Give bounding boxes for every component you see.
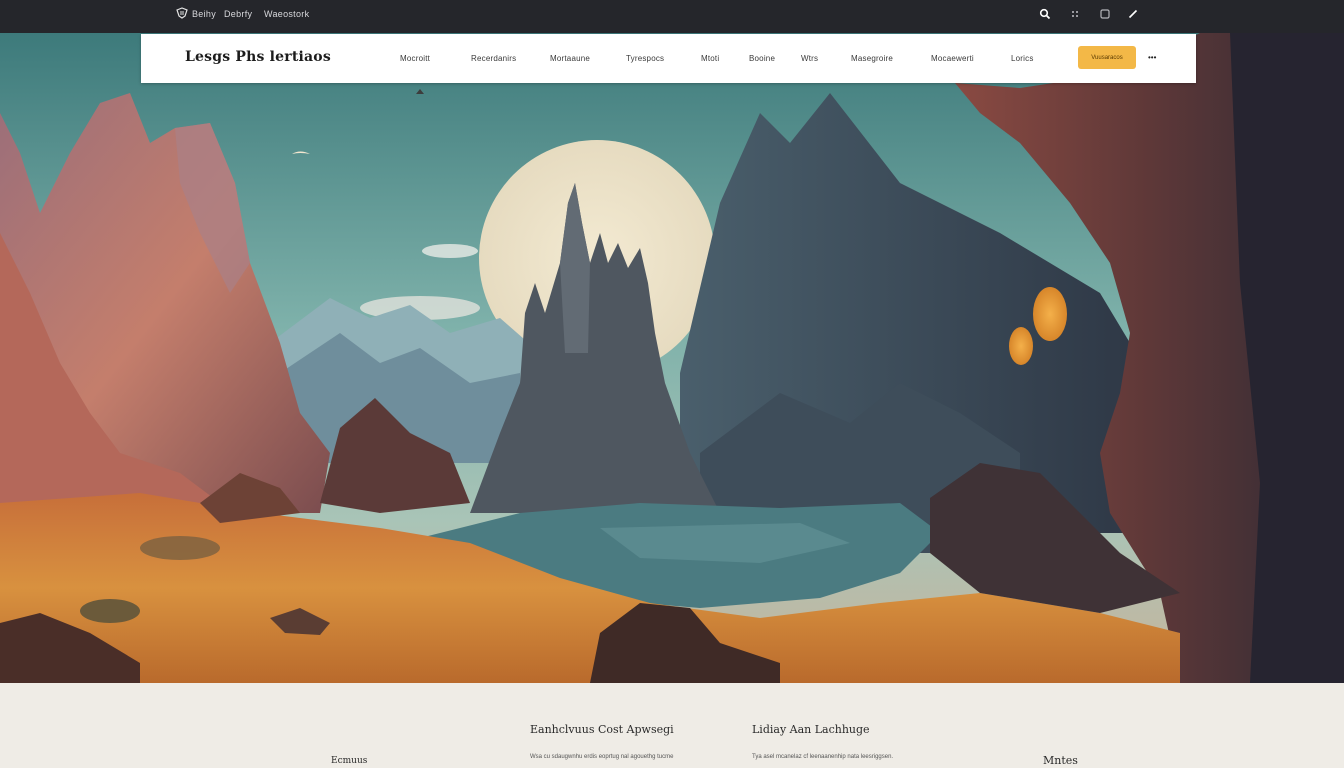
nav-item-7[interactable]: Wtrs [801, 54, 818, 63]
nav-item-2[interactable]: Recerdanirs [471, 54, 516, 63]
cta-button[interactable]: Vuusaracos [1078, 46, 1136, 69]
footer-left-label[interactable]: Ecmuus [331, 756, 367, 766]
nav-item-8[interactable]: Masegroire [851, 54, 893, 63]
footer-text-1: Wsa cu sdaugwnhu erdis eoprtug nal agoue… [530, 754, 674, 760]
footer-right-label[interactable]: Mntes [1043, 754, 1078, 767]
top-link-1[interactable]: Beihy [192, 9, 216, 19]
nav-item-1[interactable]: Mocroitt [400, 54, 430, 63]
footer-text-2: Tya asel mcanelaz cf leenaanenhip nata l… [752, 754, 894, 760]
brand-title[interactable]: Lesgs Phs lertiaos [185, 49, 331, 65]
nav-item-5[interactable]: Mtoti [701, 54, 719, 63]
nav-item-10[interactable]: Lorics [1011, 54, 1034, 63]
more-menu-icon[interactable]: ••• [1148, 53, 1156, 62]
hero-landscape [0, 33, 1344, 683]
top-bar: Beihy Debrfy Waeostork [0, 0, 1344, 33]
footer-heading-2: Lidiay Aan Lachhuge [752, 723, 870, 736]
top-link-3[interactable]: Waeostork [264, 9, 309, 19]
logo-icon[interactable] [176, 7, 188, 19]
footer-section: Eanhclvuus Cost Apwsegi Wsa cu sdaugwnhu… [0, 683, 1344, 768]
pen-icon[interactable] [1127, 8, 1139, 20]
top-link-2[interactable]: Debrfy [224, 9, 252, 19]
search-icon[interactable] [1039, 8, 1051, 20]
cta-button-label: Vuusaracos [1091, 54, 1123, 61]
nav-item-4[interactable]: Tyrespocs [626, 54, 664, 63]
nav-item-9[interactable]: Mocaewerti [931, 54, 974, 63]
main-nav: Lesgs Phs lertiaos Mocroitt Recerdanirs … [141, 34, 1196, 83]
footer-heading-1: Eanhclvuus Cost Apwsegi [530, 723, 674, 736]
hero-illustration [0, 33, 1344, 683]
window-icon[interactable] [1099, 8, 1111, 20]
grid-icon[interactable] [1069, 8, 1081, 20]
nav-item-6[interactable]: Booine [749, 54, 775, 63]
nav-item-3[interactable]: Mortaaune [550, 54, 590, 63]
